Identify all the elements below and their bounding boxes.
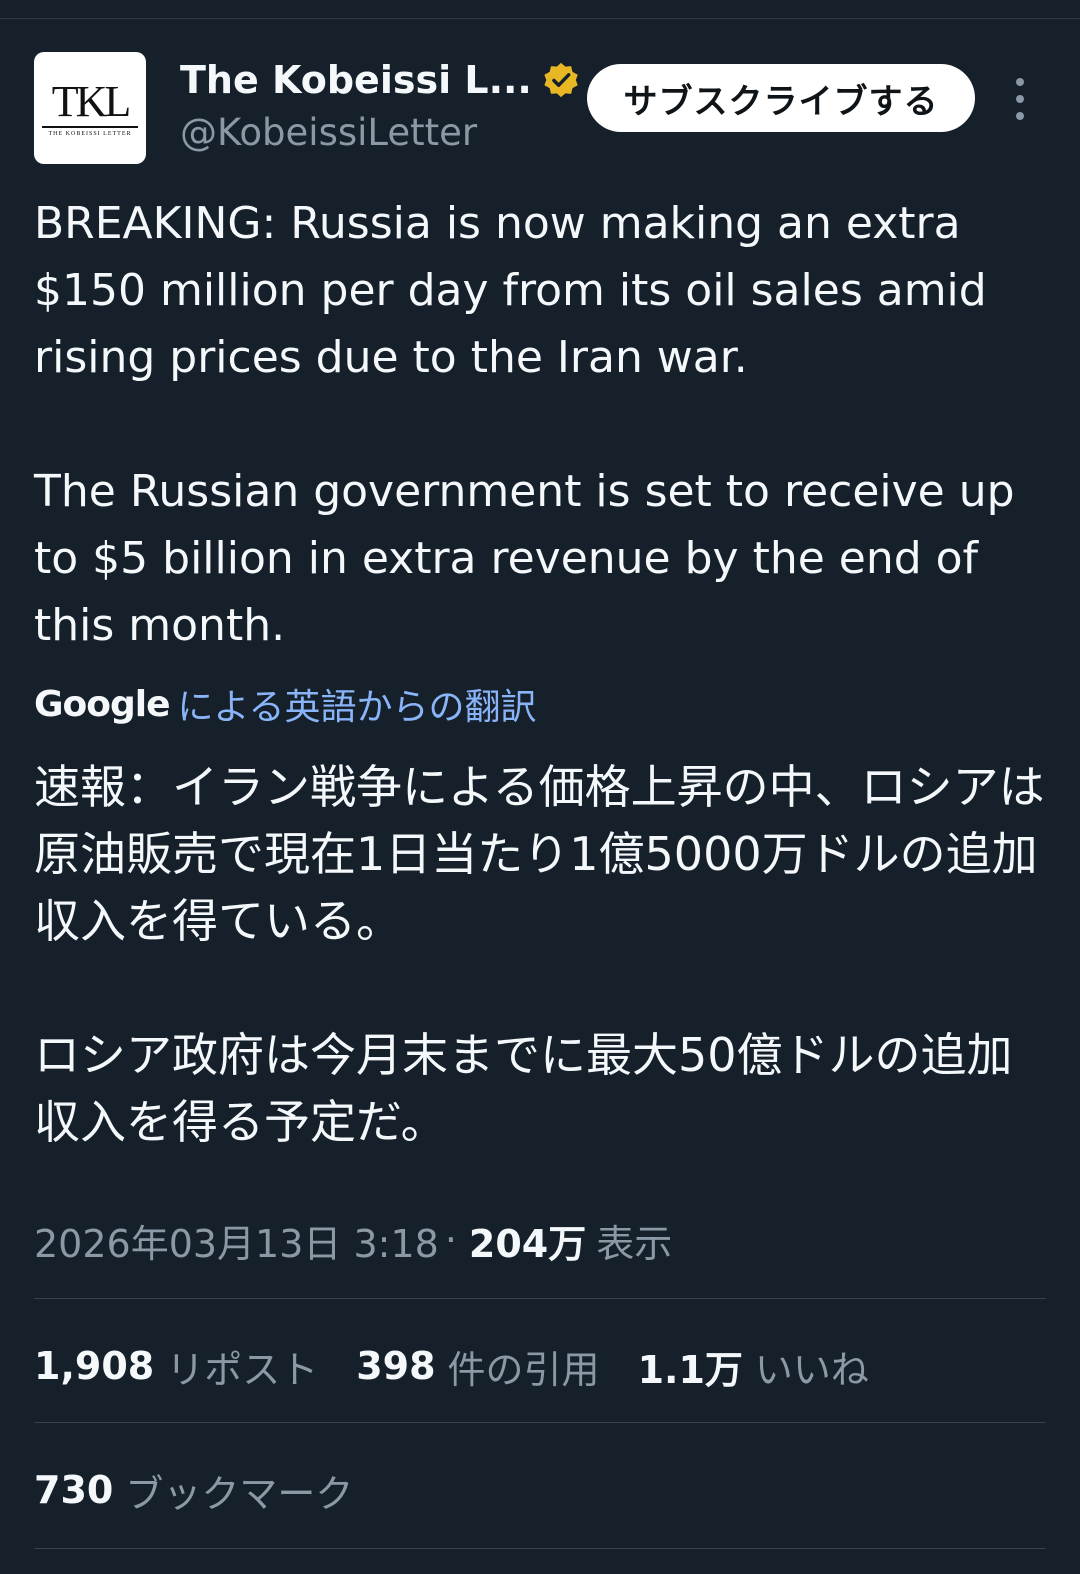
quotes-stat[interactable]: 398 件の引用 (356, 1339, 599, 1394)
more-dot (1016, 112, 1024, 120)
more-dot (1016, 78, 1024, 86)
views-count: 204万 (468, 1221, 587, 1266)
bookmarks-count: 730 (34, 1468, 114, 1512)
avatar-logo-text: TKL (51, 76, 132, 126)
top-divider (0, 0, 1080, 19)
reposts-label: リポスト (166, 1347, 319, 1392)
verified-badge-icon (544, 62, 578, 98)
avatar-logo-subtext: THE KOBEISSI LETTER (48, 130, 132, 137)
bookmarks-label: ブックマーク (125, 1471, 354, 1516)
quotes-label: 件の引用 (447, 1347, 600, 1392)
avatar[interactable]: TKL THE KOBEISSI LETTER (34, 52, 146, 164)
divider (34, 1548, 1046, 1549)
likes-stat[interactable]: 1.1万 いいね (638, 1339, 869, 1394)
engagement-stats: 1,908 リポスト 398 件の引用 1.1万 いいね (34, 1336, 907, 1396)
author-info[interactable]: The Kobeissi L... @KobeissiLetter (180, 56, 580, 158)
divider (34, 1298, 1046, 1299)
quotes-count: 398 (356, 1344, 436, 1388)
meta-separator: · (444, 1218, 457, 1262)
tweet-text-japanese: 速報：イラン戦争による価格上昇の中、ロシアは原油販売で現在1日当たり1億5000… (34, 760, 1045, 1149)
likes-count: 1.1万 (637, 1347, 743, 1392)
subscribe-button[interactable]: サブスクライブする (587, 64, 975, 132)
translation-link[interactable]: による英語からの翻訳 (178, 678, 537, 730)
more-dot (1016, 95, 1024, 103)
reposts-stat[interactable]: 1,908 リポスト (34, 1339, 318, 1394)
tweet-meta: 2026年03月13日 3:18 · 204万 表示 (34, 1212, 672, 1268)
translation-attribution[interactable]: Google による英語からの翻訳 (34, 678, 537, 730)
google-logo-text: Google (34, 683, 171, 725)
avatar-logo-rule (42, 125, 138, 128)
tweet-header: TKL THE KOBEISSI LETTER The Kobeissi L..… (34, 52, 1046, 166)
divider (34, 1422, 1046, 1423)
more-options-icon[interactable] (1002, 78, 1038, 120)
reposts-count: 1,908 (34, 1344, 155, 1388)
handle[interactable]: @KobeissiLetter (180, 108, 580, 158)
likes-label: いいね (754, 1347, 869, 1392)
display-name-row[interactable]: The Kobeissi L... (180, 56, 580, 104)
display-name[interactable]: The Kobeissi L... (180, 56, 532, 104)
tweet-text-english: BREAKING: Russia is now making an extra … (34, 198, 1015, 651)
timestamp[interactable]: 2026年03月13日 3:18 (34, 1213, 439, 1268)
views-label: 表示 (596, 1221, 673, 1266)
bookmarks-stat[interactable]: 730 ブックマーク (34, 1460, 353, 1520)
